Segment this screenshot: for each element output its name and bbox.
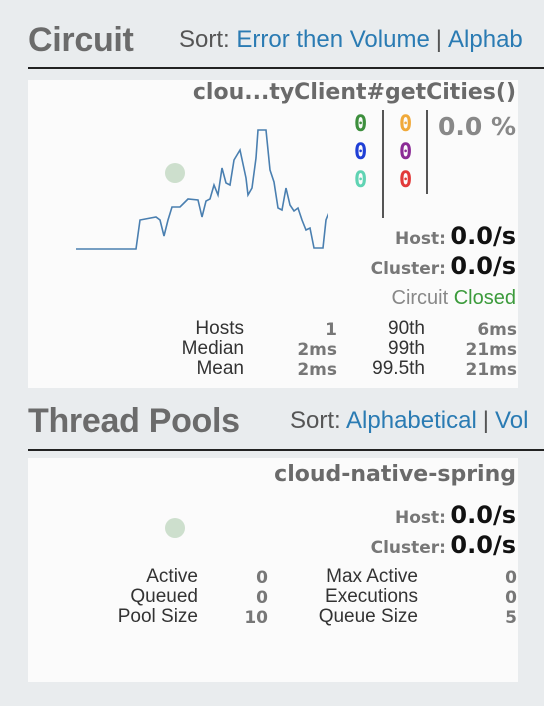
- circuit-status-row: Circuit Closed: [392, 287, 517, 310]
- p90-label: 90th: [388, 318, 425, 339]
- thread-pools-divider: [28, 449, 544, 451]
- active-value: 0: [256, 568, 268, 588]
- host-rate-value: 0.0/s: [450, 501, 516, 529]
- thread-pool-panel: cloud-native-spring Host: 0.0/s Cluster:…: [28, 458, 518, 682]
- thread-pool-cluster-rate-row: Cluster: 0.0/s: [371, 531, 516, 559]
- count-divider-2: [426, 110, 428, 194]
- circuit-host-rate-row: Host: 0.0/s: [395, 222, 516, 250]
- thread-pool-health-dot: [165, 518, 185, 538]
- queued-label: Queued: [130, 586, 198, 607]
- max-active-label: Max Active: [326, 566, 418, 587]
- sort-separator: |: [482, 407, 490, 434]
- p90-value: 6ms: [477, 320, 517, 340]
- circuit-status-label: Circuit: [391, 287, 449, 309]
- short-circuited-count: 0: [354, 140, 368, 165]
- sort-error-then-volume-link[interactable]: Error then Volume: [236, 26, 429, 53]
- rejected-count: 0: [399, 140, 413, 165]
- host-rate-label: Host:: [395, 508, 446, 528]
- cluster-rate-label: Cluster:: [370, 538, 446, 558]
- p995-label: 99.5th: [372, 358, 425, 379]
- success-count: 0: [354, 112, 368, 137]
- queued-value: 0: [256, 588, 268, 608]
- timeout-count: 0: [399, 112, 413, 137]
- thread-pools-sort-bar: Sort: Alphabetical | Vol: [290, 407, 528, 435]
- thread-pools-section-header: Thread Pools Sort: Alphabetical | Vol: [28, 403, 544, 443]
- thread-pool-host-rate-row: Host: 0.0/s: [395, 501, 516, 529]
- cluster-rate-value: 0.0/s: [450, 252, 516, 280]
- median-value: 2ms: [297, 340, 337, 360]
- circuit-sort-bar: Sort: Error then Volume | Alphab: [179, 26, 523, 54]
- p995-value: 21ms: [465, 360, 518, 380]
- circuit-panel: clou...tyClient#getCities() 0 0 0 0 0 0 …: [28, 80, 518, 388]
- p99-label: 99th: [388, 338, 425, 359]
- circuit-divider: [28, 67, 544, 69]
- sort-alphabetical-link[interactable]: Alphab: [448, 26, 523, 53]
- executions-label: Executions: [325, 586, 418, 607]
- host-rate-value: 0.0/s: [450, 222, 516, 250]
- queue-size-label: Queue Size: [318, 606, 418, 627]
- thread-pools-section-title: Thread Pools: [28, 403, 240, 440]
- circuit-section-title: Circuit: [28, 22, 134, 59]
- pool-size-value: 10: [244, 608, 268, 628]
- bad-request-count: 0: [354, 168, 368, 193]
- p99-value: 21ms: [465, 340, 518, 360]
- max-active-value: 0: [505, 568, 517, 588]
- thread-pools-sort-label: Sort:: [290, 407, 341, 434]
- sort-volume-link[interactable]: Vol: [495, 407, 528, 434]
- error-percentage: 0.0 %: [438, 112, 517, 141]
- circuit-section-header: Circuit Sort: Error then Volume | Alphab: [28, 22, 544, 62]
- sort-separator: |: [435, 26, 443, 53]
- failure-count: 0: [399, 168, 413, 193]
- circuit-sparkline: [76, 129, 328, 250]
- cluster-rate-label: Cluster:: [370, 259, 446, 279]
- executions-value: 0: [505, 588, 517, 608]
- median-label: Median: [181, 338, 244, 359]
- circuit-status-value: Closed: [453, 287, 516, 309]
- host-rate-label: Host:: [395, 229, 446, 249]
- hosts-value: 1: [325, 320, 337, 340]
- circuit-cluster-rate-row: Cluster: 0.0/s: [371, 252, 516, 280]
- thread-pool-name: cloud-native-spring: [274, 462, 516, 487]
- mean-label: Mean: [196, 358, 244, 379]
- cluster-rate-value: 0.0/s: [450, 531, 516, 559]
- count-divider-1: [382, 110, 384, 218]
- pool-size-label: Pool Size: [117, 606, 198, 627]
- active-label: Active: [146, 566, 198, 587]
- mean-value: 2ms: [297, 360, 337, 380]
- sort-alphabetical-link[interactable]: Alphabetical: [346, 407, 477, 434]
- queue-size-value: 5: [505, 608, 517, 628]
- circuit-sort-label: Sort:: [179, 26, 230, 53]
- hosts-label: Hosts: [195, 318, 244, 339]
